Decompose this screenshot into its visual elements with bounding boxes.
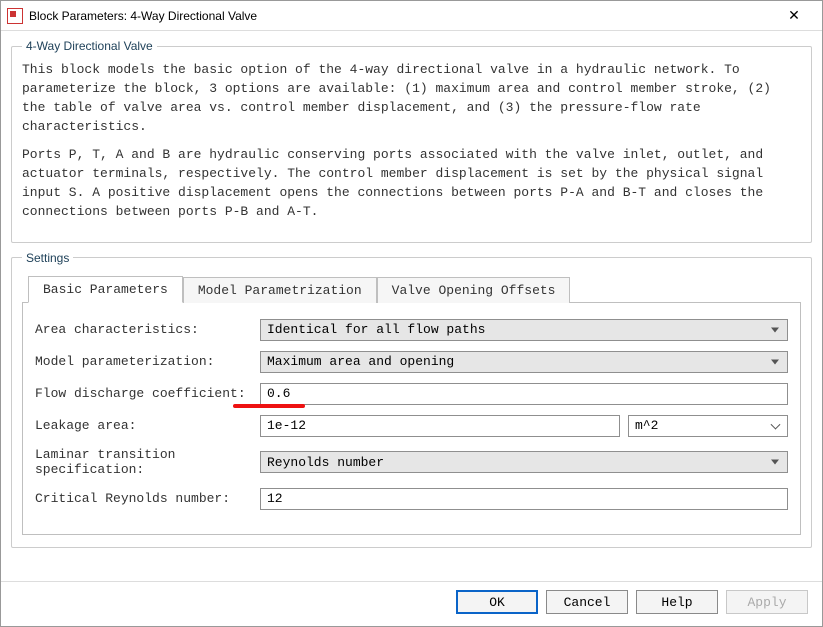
label-area-characteristics: Area characteristics: [35,322,260,338]
select-value: Maximum area and opening [267,354,454,369]
apply-button[interactable]: Apply [726,590,808,614]
select-leakage-unit[interactable]: m^2 [628,415,788,437]
input-flow-discharge-coefficient[interactable]: 0.6 [260,383,788,405]
tab-strip: Basic Parameters Model Parametrization V… [22,275,801,302]
button-bar: OK Cancel Help Apply [1,581,822,626]
label-leakage-area: Leakage area: [35,418,260,434]
row-laminar-transition-specification: Laminar transition specification: Reynol… [35,447,788,478]
help-button[interactable]: Help [636,590,718,614]
row-model-parameterization: Model parameterization: Maximum area and… [35,351,788,373]
description-group: 4-Way Directional Valve This block model… [11,39,812,243]
ok-button[interactable]: OK [456,590,538,614]
label-laminar-transition-specification: Laminar transition specification: [35,447,260,478]
row-flow-discharge-coefficient: Flow discharge coefficient: 0.6 [35,383,788,405]
select-value: m^2 [635,418,658,433]
description-paragraph-1: This block models the basic option of th… [22,61,801,136]
tab-valve-opening-offsets[interactable]: Valve Opening Offsets [377,277,571,303]
input-value: 12 [267,491,283,506]
row-critical-reynolds-number: Critical Reynolds number: 12 [35,488,788,510]
tab-panel-basic-parameters: Area characteristics: Identical for all … [22,302,801,535]
titlebar: Block Parameters: 4-Way Directional Valv… [1,1,822,31]
settings-legend: Settings [22,251,73,265]
row-leakage-area: Leakage area: 1e-12 m^2 [35,415,788,437]
row-area-characteristics: Area characteristics: Identical for all … [35,319,788,341]
label-critical-reynolds-number: Critical Reynolds number: [35,491,260,507]
close-button[interactable]: ✕ [774,2,814,30]
content-area: 4-Way Directional Valve This block model… [1,31,822,581]
input-leakage-area[interactable]: 1e-12 [260,415,620,437]
app-icon [7,8,23,24]
description-paragraph-2: Ports P, T, A and B are hydraulic conser… [22,146,801,221]
cancel-button[interactable]: Cancel [546,590,628,614]
select-value: Reynolds number [267,455,384,470]
settings-group: Settings Basic Parameters Model Parametr… [11,251,812,548]
select-model-parameterization[interactable]: Maximum area and opening [260,351,788,373]
select-area-characteristics[interactable]: Identical for all flow paths [260,319,788,341]
close-icon: ✕ [788,7,800,24]
annotation-underline [233,404,305,408]
description-legend: 4-Way Directional Valve [22,39,157,53]
window-title: Block Parameters: 4-Way Directional Valv… [29,9,774,23]
input-value: 1e-12 [267,418,306,433]
label-model-parameterization: Model parameterization: [35,354,260,370]
select-value: Identical for all flow paths [267,322,485,337]
select-laminar-transition-specification[interactable]: Reynolds number [260,451,788,473]
tab-model-parametrization[interactable]: Model Parametrization [183,277,377,303]
input-value: 0.6 [267,386,290,401]
tab-basic-parameters[interactable]: Basic Parameters [28,276,183,303]
label-flow-discharge-coefficient: Flow discharge coefficient: [35,386,260,402]
dialog-window: Block Parameters: 4-Way Directional Valv… [0,0,823,627]
input-critical-reynolds-number[interactable]: 12 [260,488,788,510]
